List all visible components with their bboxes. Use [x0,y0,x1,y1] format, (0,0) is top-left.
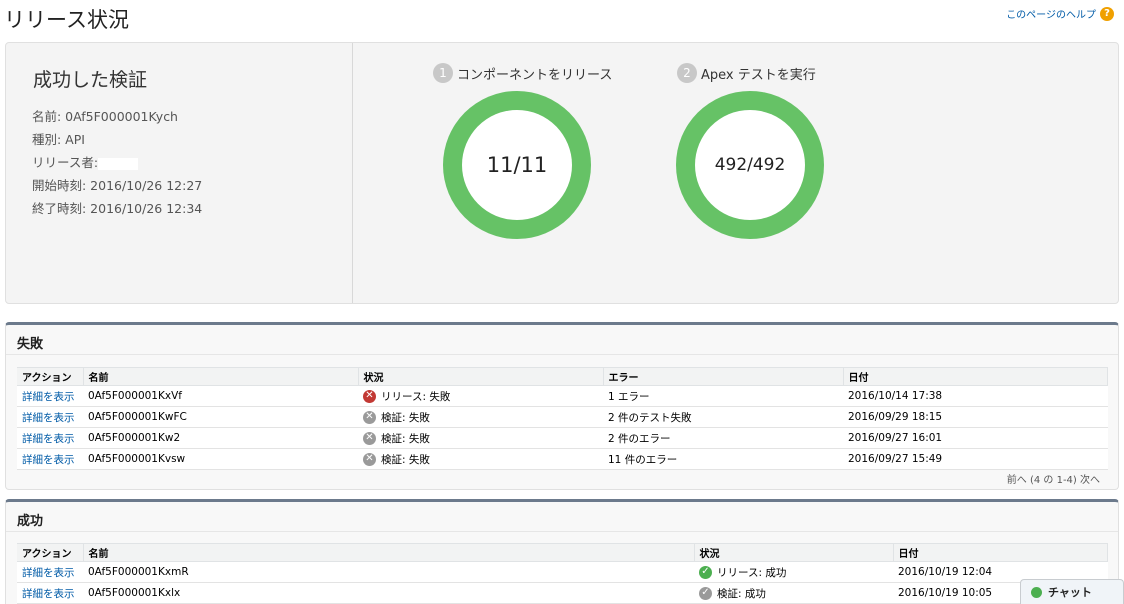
deployment-name: 0Af5F000001Kvsw [83,448,358,470]
table-row: 詳細を表示 0Af5F000001KxVf ✕ リリース: 失敗 1 エラー 20… [17,385,1108,407]
deployment-name: 0Af5F000001KwFC [83,406,358,428]
gray-x-icon: ✕ [363,431,376,445]
deployment-summary: 成功した検証 名前: 0Af5F000001Kych 種別: API リリース者… [5,42,1119,304]
help-icon: ? [1100,6,1114,21]
table-row: 詳細を表示 0Af5F000001Kxlx ✓ 検証: 成功 2016/10/19… [17,582,1108,604]
step-label: コンポーネントをリリース [457,67,613,83]
table-row: 詳細を表示 0Af5F000001Kw2 ✕ 検証: 失敗 2 件のエラー 201… [17,427,1108,449]
step-number: 1 [433,63,453,83]
step-number: 2 [677,63,697,83]
table-header-row: アクション 名前 状況 日付 [17,543,1108,562]
date-text: 2016/10/14 17:38 [843,385,1108,407]
failed-panel-title: 失敗 [6,325,1118,355]
components-count: 11/11 [462,110,572,220]
error-text: 2 件のテスト失敗 [603,406,843,428]
info-list: 名前: 0Af5F000001Kych 種別: API リリース者: 開始時刻:… [32,105,202,220]
info-deployed-by-label: リリース者: [32,155,99,170]
view-details-link[interactable]: 詳細を表示 [22,454,75,466]
view-details-link[interactable]: 詳細を表示 [22,567,75,579]
status-text: 検証: 失敗 [381,432,430,445]
table-header-row: アクション 名前 状況 エラー 日付 [17,367,1108,386]
deployment-name: 0Af5F000001KxVf [83,385,358,407]
column-header: エラー [603,367,844,386]
tests-count: 492/492 [695,110,805,220]
status-text: 検証: 成功 [717,587,766,600]
info-start-time: 開始時刻: 2016/10/26 12:27 [32,178,203,193]
date-text: 2016/09/29 18:15 [843,406,1108,428]
gray-x-icon: ✕ [363,410,376,424]
status-text: リリース: 失敗 [381,390,451,403]
failed-panel: 失敗 アクション 名前 状況 エラー 日付 詳細を表示 0Af5F000001K… [5,322,1119,490]
column-header: 状況 [694,543,894,562]
column-header: 日付 [843,367,1108,386]
column-header: 日付 [893,543,1108,562]
column-header: 名前 [83,367,359,386]
column-header: アクション [17,367,84,386]
table-row: 詳細を表示 0Af5F000001KwFC ✕ 検証: 失敗 2 件のテスト失敗 … [17,406,1108,428]
view-details-link[interactable]: 詳細を表示 [22,588,75,600]
gray-check-icon: ✓ [699,586,712,600]
components-progress-ring: 11/11 [443,91,591,239]
info-name: 名前: 0Af5F000001Kych [32,109,178,124]
status-text: リリース: 成功 [717,566,787,579]
step-deploy-components: 1 コンポーネントをリリース [433,63,612,83]
table-row: 詳細を表示 0Af5F000001KxmR ✓ リリース: 成功 2016/10/… [17,561,1108,583]
validation-title: 成功した検証 [33,69,148,91]
chat-label: チャット [1048,586,1092,599]
tests-progress-ring: 492/492 [676,91,824,239]
green-check-icon: ✓ [699,565,712,579]
view-details-link[interactable]: 詳細を表示 [22,391,75,403]
success-panel-title: 成功 [6,502,1118,532]
deployment-name: 0Af5F000001Kxlx [83,582,694,604]
error-icon: ✕ [363,389,376,403]
gray-x-icon: ✕ [363,452,376,466]
success-table: アクション 名前 状況 日付 詳細を表示 0Af5F000001KxmR ✓ リリ… [17,543,1108,604]
step-label: Apex テストを実行 [701,67,816,83]
view-details-link[interactable]: 詳細を表示 [22,433,75,445]
status-text: 検証: 失敗 [381,453,430,466]
failed-table: アクション 名前 状況 エラー 日付 詳細を表示 0Af5F000001KxVf… [17,367,1108,470]
summary-details: 成功した検証 名前: 0Af5F000001Kych 種別: API リリース者… [6,43,353,303]
view-details-link[interactable]: 詳細を表示 [22,412,75,424]
redacted-value [98,157,139,170]
page-title: リリース状況 [4,8,129,32]
info-type: 種別: API [32,132,85,147]
step-run-apex-tests: 2 Apex テストを実行 [677,63,816,83]
error-text: 1 エラー [603,385,843,407]
help-link-label: このページのヘルプ [1006,10,1096,21]
chat-icon [1031,586,1042,598]
date-text: 2016/09/27 16:01 [843,427,1108,449]
chat-button[interactable]: チャット [1020,579,1124,604]
table-row: 詳細を表示 0Af5F000001Kvsw ✕ 検証: 失敗 11 件のエラー 2… [17,448,1108,470]
column-header: 名前 [83,543,695,562]
help-link[interactable]: このページのヘルプ ? [1006,6,1114,21]
status-text: 検証: 失敗 [381,411,430,424]
column-header: アクション [17,543,84,562]
pagination[interactable]: 前へ (4 の 1-4) 次へ [1007,471,1100,486]
date-text: 2016/09/27 15:49 [843,448,1108,470]
info-deployed-by: リリース者: [32,151,202,174]
deployment-name: 0Af5F000001KxmR [83,561,694,583]
column-header: 状況 [358,367,604,386]
error-text: 11 件のエラー [603,448,843,470]
success-panel: 成功 アクション 名前 状況 日付 詳細を表示 0Af5F000001KxmR … [5,499,1119,604]
info-end-time: 終了時刻: 2016/10/26 12:34 [32,201,203,216]
deployment-name: 0Af5F000001Kw2 [83,427,358,449]
error-text: 2 件のエラー [603,427,843,449]
